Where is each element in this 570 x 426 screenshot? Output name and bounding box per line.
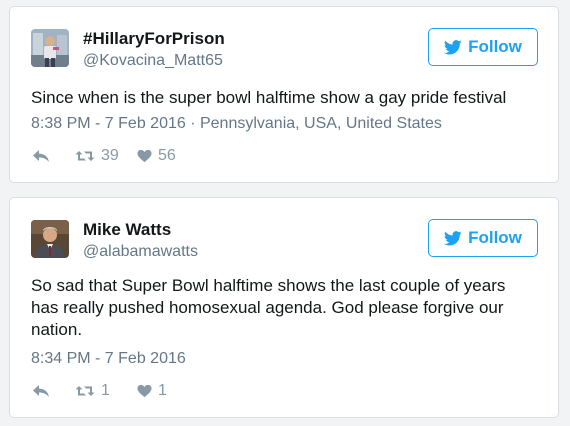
avatar[interactable] xyxy=(31,220,69,258)
follow-button[interactable]: Follow xyxy=(428,219,538,257)
retweet-icon xyxy=(75,384,95,398)
like-button[interactable]: 56 xyxy=(137,147,176,165)
follow-button[interactable]: Follow xyxy=(428,28,538,66)
display-name[interactable]: #HillaryForPrison xyxy=(83,29,225,49)
reply-button[interactable] xyxy=(32,384,78,398)
tweet-actions: 1 1 xyxy=(32,382,167,400)
heart-icon xyxy=(137,384,152,398)
like-button[interactable]: 1 xyxy=(137,382,167,400)
tweet-actions: 39 56 xyxy=(32,147,176,165)
retweet-button[interactable]: 1 xyxy=(75,382,137,400)
retweet-button[interactable]: 39 xyxy=(75,147,137,165)
reply-icon xyxy=(32,384,50,398)
user-handle[interactable]: @alabamawatts xyxy=(83,243,198,261)
retweet-icon xyxy=(75,149,95,163)
tweet-text: So sad that Super Bowl halftime shows th… xyxy=(31,276,506,339)
follow-button-label: Follow xyxy=(468,37,522,56)
like-count: 1 xyxy=(158,382,167,399)
tweet-card: #HillaryForPrison @Kovacina_Matt65 Follo… xyxy=(9,6,559,183)
user-handle[interactable]: @Kovacina_Matt65 xyxy=(83,52,223,70)
display-name[interactable]: Mike Watts xyxy=(83,220,171,240)
twitter-bird-icon xyxy=(444,230,462,246)
like-count: 56 xyxy=(158,147,176,164)
twitter-bird-icon xyxy=(444,39,462,55)
follow-button-label: Follow xyxy=(468,228,522,247)
tweet-screenshot: #HillaryForPrison @Kovacina_Matt65 Follo… xyxy=(0,0,570,426)
tweet-text: Since when is the super bowl halftime sh… xyxy=(31,88,507,107)
reply-button[interactable] xyxy=(32,149,78,163)
avatar[interactable] xyxy=(31,29,69,67)
tweet-timestamp-location[interactable]: 8:38 PM - 7 Feb 2016 · Pennsylvania, USA… xyxy=(31,115,442,133)
heart-icon xyxy=(137,149,152,163)
retweet-count: 39 xyxy=(101,147,119,164)
reply-icon xyxy=(32,149,50,163)
tweet-card: Mike Watts @alabamawatts Follow So sad t… xyxy=(9,197,559,418)
retweet-count: 1 xyxy=(101,382,110,399)
tweet-timestamp[interactable]: 8:34 PM - 7 Feb 2016 xyxy=(31,350,186,368)
